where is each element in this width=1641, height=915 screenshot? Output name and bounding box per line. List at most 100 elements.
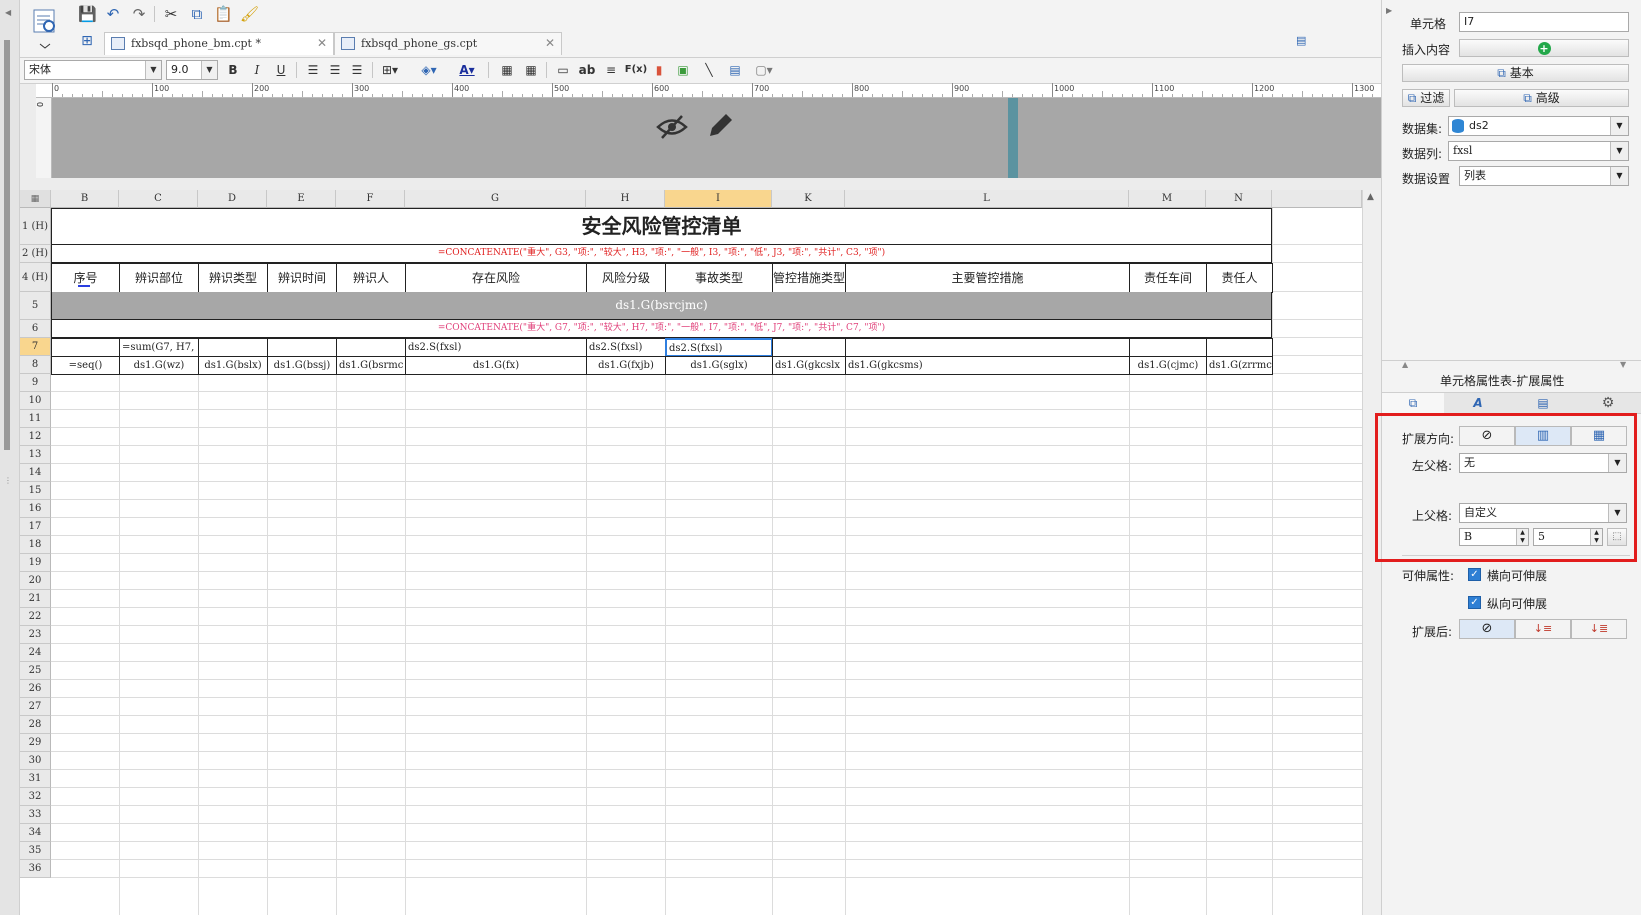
vertical-stretch-checkbox[interactable]: ✓ — [1468, 596, 1481, 609]
tab-style-icon[interactable]: A — [1447, 393, 1509, 414]
scroll-up-icon[interactable]: ▲ — [1367, 192, 1374, 202]
cell[interactable] — [198, 338, 268, 357]
row-header[interactable]: 10 — [20, 392, 51, 410]
tab-other-icon[interactable]: ▤ — [1512, 393, 1574, 414]
header-cell[interactable]: 管控措施类型 — [772, 263, 846, 293]
font-family-select[interactable]: 宋体 ▼ — [24, 60, 162, 80]
header-cell[interactable]: 存在风险 — [405, 263, 587, 293]
row-header[interactable]: 25 — [20, 662, 51, 680]
row-header[interactable]: 34 — [20, 824, 51, 842]
insert-subreport-icon[interactable]: ▤ — [726, 61, 744, 79]
select-all-corner[interactable]: ▦ — [20, 190, 51, 208]
insert-widget-icon[interactable]: ▢▾ — [752, 61, 776, 79]
cell-address-input[interactable]: I7 — [1459, 12, 1629, 32]
basic-button[interactable]: ⧉ 基本 — [1402, 64, 1629, 82]
sort-descending-button[interactable]: ↓≣ — [1571, 619, 1627, 639]
row-header[interactable]: 18 — [20, 536, 51, 554]
row-header[interactable]: 8 — [20, 356, 51, 374]
preview-button[interactable] — [28, 6, 62, 50]
new-report-icon[interactable]: ⊞ — [78, 32, 96, 50]
after-none-button[interactable]: ⊘ — [1459, 619, 1515, 639]
header-cell[interactable]: 主要管控措施 — [845, 263, 1130, 293]
insert-content-button[interactable]: + — [1459, 39, 1629, 57]
underline-button[interactable]: U — [272, 61, 290, 79]
cell[interactable]: ds2.S(fxsl) — [405, 338, 587, 357]
dataset-select[interactable]: ds2 ▼ — [1448, 116, 1629, 136]
row-header[interactable]: 21 — [20, 590, 51, 608]
column-header[interactable]: D — [198, 190, 267, 208]
column-header[interactable]: K — [772, 190, 845, 208]
row-header[interactable]: 4 (H) — [20, 263, 51, 292]
horizontal-stretch-checkbox[interactable]: ✓ — [1468, 568, 1481, 581]
row-header[interactable]: 19 — [20, 554, 51, 572]
column-header[interactable]: L — [845, 190, 1129, 208]
header-cell[interactable]: 风险分级 — [586, 263, 666, 293]
header-cell[interactable]: 辨识时间 — [267, 263, 337, 293]
align-left-icon[interactable]: ☰ — [304, 61, 322, 79]
tab-fxbsqd-phone-bm[interactable]: fxbsqd_phone_bm.cpt * ✕ — [104, 32, 334, 55]
row-header[interactable]: 23 — [20, 626, 51, 644]
column-header[interactable]: N — [1206, 190, 1272, 208]
bold-button[interactable]: B — [224, 61, 242, 79]
cell[interactable]: ds1.G(cjmc) — [1129, 356, 1207, 375]
cell[interactable]: ds1.G(bsrmc — [336, 356, 406, 375]
cell[interactable]: ds1.G(bslx) — [198, 356, 268, 375]
format-painter-icon[interactable]: 🖌 — [240, 5, 259, 23]
cell[interactable] — [336, 338, 406, 357]
advanced-button[interactable]: ⧉ 高级 — [1454, 89, 1629, 107]
insert-formula-button[interactable]: F(x) — [624, 61, 648, 79]
merge-cells-icon[interactable]: ▦ — [498, 61, 516, 79]
sort-ascending-button[interactable]: ↓≡ — [1515, 619, 1571, 639]
font-size-select[interactable]: 9.0 ▼ — [166, 60, 218, 80]
row-header[interactable]: 28 — [20, 716, 51, 734]
header-cell[interactable]: 序号 — [51, 263, 120, 293]
font-color-icon[interactable]: A▾ — [454, 61, 480, 79]
row-header[interactable]: 33 — [20, 806, 51, 824]
insert-slash-icon[interactable]: ╲ — [700, 61, 718, 79]
tab-fxbsqd-phone-gs[interactable]: fxbsqd_phone_gs.cpt ✕ — [334, 32, 562, 55]
column-header[interactable]: H — [586, 190, 665, 208]
header-cell[interactable]: 责任人 — [1206, 263, 1273, 293]
undo-icon[interactable]: ↶ — [104, 5, 122, 23]
data-column-select[interactable]: fxsl ▼ — [1448, 141, 1629, 161]
row-header[interactable]: 5 — [20, 292, 51, 320]
tab-settings-icon[interactable]: ⚙ — [1577, 393, 1639, 414]
cell[interactable] — [772, 338, 846, 357]
column-header[interactable]: F — [336, 190, 405, 208]
header-cell[interactable]: 责任车间 — [1129, 263, 1207, 293]
fill-color-icon[interactable]: ◈▾ — [416, 61, 442, 79]
cell[interactable]: ds1.G(fx) — [405, 356, 587, 375]
row-header[interactable]: 16 — [20, 500, 51, 518]
report-grid[interactable]: ▦ B C D E F G H I K L M N 1 (H) 2 (H) 4 (H… — [20, 190, 1362, 915]
cell[interactable]: =seq() — [51, 356, 120, 375]
left-scrollbar[interactable] — [4, 40, 10, 450]
cell[interactable] — [267, 338, 337, 357]
filter-button[interactable]: ⧉ 过滤 — [1402, 89, 1450, 107]
cut-icon[interactable]: ✂ — [162, 5, 180, 23]
header-cell[interactable]: 辨识类型 — [198, 263, 268, 293]
insert-image-icon[interactable]: ▣ — [674, 61, 692, 79]
cell[interactable]: ds1.G(fxjb) — [586, 356, 666, 375]
group-summary-formula-cell[interactable]: =CONCATENATE("重大", G7, "项:", "较大", H7, "… — [51, 320, 1272, 338]
cell[interactable] — [1206, 338, 1273, 357]
row-header[interactable]: 12 — [20, 428, 51, 446]
row-header[interactable]: 29 — [20, 734, 51, 752]
row-header[interactable]: 27 — [20, 698, 51, 716]
selected-cell[interactable]: ds2.S(fxsl) — [665, 338, 773, 357]
row-header[interactable]: 1 (H) — [20, 208, 51, 245]
column-header-selected[interactable]: I — [665, 190, 772, 208]
paste-icon[interactable]: 📋 — [214, 5, 233, 23]
align-center-icon[interactable]: ☰ — [326, 61, 344, 79]
collapse-left-icon[interactable]: ◀ — [5, 8, 11, 17]
row-header[interactable]: 26 — [20, 680, 51, 698]
row-header[interactable]: 32 — [20, 788, 51, 806]
cell[interactable]: =sum(G7, H7, — [119, 338, 199, 357]
splitter-up-icon[interactable]: ▲ — [1402, 360, 1408, 369]
row-header[interactable]: 22 — [20, 608, 51, 626]
column-header[interactable]: E — [267, 190, 336, 208]
save-icon[interactable]: 💾 — [78, 5, 97, 23]
cell[interactable]: ds1.G(wz) — [119, 356, 199, 375]
tab-list-icon[interactable]: ▤ — [1296, 34, 1306, 47]
align-right-icon[interactable]: ☰ — [348, 61, 366, 79]
copy-icon[interactable]: ⧉ — [188, 5, 206, 23]
